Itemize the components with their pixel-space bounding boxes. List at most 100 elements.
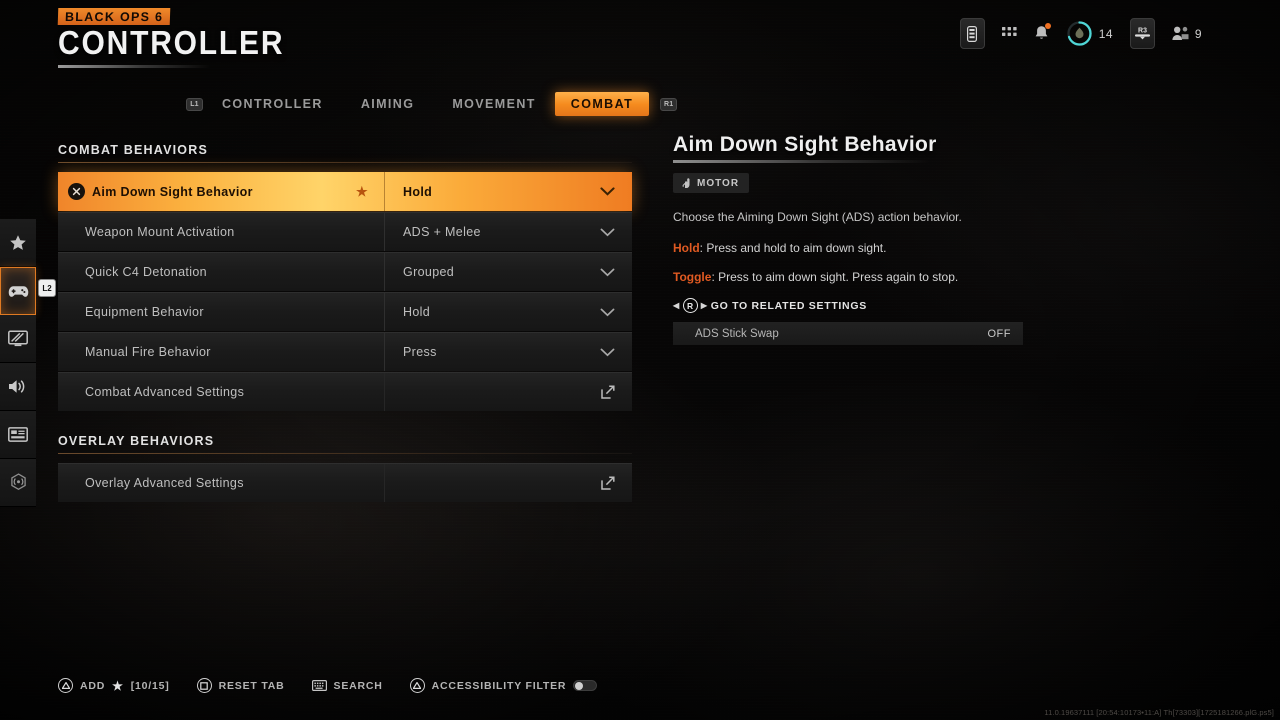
related-row-label: ADS Stick Swap bbox=[695, 327, 779, 340]
row-value-cell[interactable]: Grouped bbox=[384, 253, 632, 291]
shield-progress-icon bbox=[1067, 21, 1092, 46]
chevron-down-icon bbox=[600, 348, 615, 356]
people-icon bbox=[1172, 26, 1189, 40]
section-divider bbox=[58, 162, 632, 163]
setting-value: ADS + Melee bbox=[403, 225, 481, 239]
party-indicator[interactable]: 9 bbox=[1172, 26, 1202, 41]
progress-indicator[interactable]: 14 bbox=[1066, 20, 1113, 47]
row-label-cell: Manual Fire Behavior bbox=[58, 333, 384, 371]
setting-value: Grouped bbox=[403, 265, 455, 279]
action-reset-tab[interactable]: RESET TAB bbox=[196, 678, 285, 693]
setting-label: Aim Down Sight Behavior bbox=[92, 184, 253, 199]
page-header: BLACK OPS 6 CONTROLLER bbox=[57, 8, 285, 68]
accessibility-filter-toggle[interactable] bbox=[573, 680, 598, 691]
sidebar-item-favorites[interactable] bbox=[0, 219, 36, 267]
triangle-button-icon bbox=[58, 678, 73, 693]
related-settings-header[interactable]: ◀ R ▶ GO TO RELATED SETTINGS bbox=[673, 298, 1023, 313]
gamepad-icon bbox=[8, 285, 28, 297]
arrow-left-icon: ◀ bbox=[673, 301, 680, 310]
notification-dot bbox=[1044, 23, 1051, 29]
row-value-cell[interactable]: Press bbox=[384, 333, 632, 371]
setting-label: Quick C4 Detonation bbox=[85, 265, 207, 279]
row-label-cell: Combat Advanced Settings bbox=[58, 373, 384, 411]
tab-aiming[interactable]: AIMING bbox=[342, 92, 434, 116]
detail-option-hold: Hold: Press and hold to aim down sight. bbox=[673, 241, 887, 255]
action-reset-label: RESET TAB bbox=[218, 679, 285, 692]
sidebar-item-controller[interactable]: L2 bbox=[0, 267, 56, 315]
tab-controller[interactable]: CONTROLLER bbox=[203, 92, 342, 116]
bell-icon[interactable] bbox=[1034, 23, 1051, 42]
setting-row-manual-fire-behavior[interactable]: Manual Fire Behavior Press bbox=[58, 332, 632, 371]
sidebar-rail: L2 bbox=[0, 219, 56, 507]
page-title: CONTROLLER bbox=[58, 25, 285, 62]
row-value-cell[interactable] bbox=[384, 464, 632, 502]
settings-list: COMBAT BEHAVIORS Aim Down Sight Behavior… bbox=[58, 143, 632, 503]
tab-combat[interactable]: COMBAT bbox=[554, 92, 650, 116]
hud-bar: 14 R3 9 bbox=[959, 18, 1202, 49]
related-row-ads-stick-swap[interactable]: ADS Stick Swap OFF bbox=[673, 322, 1023, 345]
chevron-down-icon bbox=[600, 187, 615, 196]
setting-row-quick-c4-detonation[interactable]: Quick C4 Detonation Grouped bbox=[58, 252, 632, 291]
option-key: Toggle bbox=[673, 270, 712, 284]
chevron-down-icon bbox=[600, 268, 615, 276]
row-value-cell[interactable] bbox=[384, 373, 632, 411]
action-search-label: SEARCH bbox=[333, 679, 383, 692]
setting-value: Press bbox=[403, 345, 437, 359]
monitor-icon bbox=[8, 330, 28, 347]
action-bar: ADD ★ [10/15] RESET TAB SEARCH ACCESSIBI… bbox=[58, 678, 598, 693]
battery-icon[interactable] bbox=[959, 18, 985, 49]
right-bumper-icon[interactable]: R1 bbox=[660, 97, 678, 111]
setting-row-weapon-mount-activation[interactable]: Weapon Mount Activation ADS + Melee bbox=[58, 212, 632, 251]
sidebar-item-graphics[interactable] bbox=[0, 315, 36, 363]
star-icon bbox=[10, 234, 26, 250]
apps-grid-icon[interactable] bbox=[1001, 26, 1017, 41]
setting-value: Hold bbox=[403, 184, 433, 199]
chevron-down-icon bbox=[600, 228, 615, 236]
detail-title: Aim Down Sight Behavior bbox=[673, 133, 937, 156]
row-label-cell: Equipment Behavior bbox=[58, 293, 384, 331]
setting-value: Hold bbox=[403, 305, 431, 319]
r-button-icon: R bbox=[682, 298, 698, 313]
setting-row-overlay-advanced-settings[interactable]: Overlay Advanced Settings bbox=[58, 463, 632, 502]
section-divider bbox=[58, 453, 632, 454]
setting-row-aim-down-sight-behavior[interactable]: Aim Down Sight Behavior ★ Hold bbox=[58, 172, 632, 211]
brand-tag: BLACK OPS 6 bbox=[57, 8, 171, 25]
action-accessibility-filter[interactable]: ACCESSIBILITY FILTER bbox=[409, 678, 598, 693]
favorite-star-icon: ★ bbox=[355, 183, 368, 199]
chevron-down-icon bbox=[600, 308, 615, 316]
square-button-icon bbox=[196, 678, 212, 693]
detail-panel: Aim Down Sight Behavior MOTOR Choose the… bbox=[673, 133, 1023, 345]
svg-text:R3: R3 bbox=[1138, 28, 1147, 35]
setting-label: Weapon Mount Activation bbox=[85, 225, 235, 239]
row-label-cell: Quick C4 Detonation bbox=[58, 253, 384, 291]
popout-icon bbox=[601, 476, 615, 490]
cross-button-icon bbox=[68, 183, 85, 200]
setting-label: Manual Fire Behavior bbox=[85, 345, 211, 359]
motor-badge-label: MOTOR bbox=[697, 177, 740, 189]
star-icon: ★ bbox=[112, 678, 124, 693]
row-label-cell: Overlay Advanced Settings bbox=[58, 464, 384, 502]
row-label-cell: Weapon Mount Activation bbox=[58, 213, 384, 251]
setting-row-equipment-behavior[interactable]: Equipment Behavior Hold bbox=[58, 292, 632, 331]
sidebar-item-audio[interactable] bbox=[0, 363, 36, 411]
tab-movement[interactable]: MOVEMENT bbox=[433, 92, 554, 116]
related-settings-label: GO TO RELATED SETTINGS bbox=[710, 299, 867, 312]
setting-row-combat-advanced-settings[interactable]: Combat Advanced Settings bbox=[58, 372, 632, 411]
action-add-favorite[interactable]: ADD ★ [10/15] bbox=[58, 678, 170, 693]
r3-button-icon[interactable]: R3 bbox=[1129, 18, 1155, 49]
sidebar-item-interface[interactable] bbox=[0, 411, 36, 459]
hand-tap-icon bbox=[682, 178, 690, 188]
detail-option-toggle: Toggle: Press to aim down sight. Press a… bbox=[673, 270, 959, 284]
row-value-cell[interactable]: ADS + Melee bbox=[384, 213, 632, 251]
related-row-value: OFF bbox=[987, 327, 1011, 340]
popout-icon bbox=[601, 385, 615, 399]
favorite-count: [10/15] bbox=[130, 679, 170, 692]
action-search[interactable]: SEARCH bbox=[311, 679, 383, 692]
sidebar-item-network[interactable] bbox=[0, 459, 36, 507]
left-bumper-icon[interactable]: L1 bbox=[186, 97, 203, 111]
detail-underline bbox=[673, 160, 929, 163]
section-title-overlay: OVERLAY BEHAVIORS bbox=[58, 434, 215, 448]
row-value-cell[interactable]: Hold bbox=[384, 172, 632, 211]
row-value-cell[interactable]: Hold bbox=[384, 293, 632, 331]
progress-value: 14 bbox=[1098, 26, 1113, 41]
